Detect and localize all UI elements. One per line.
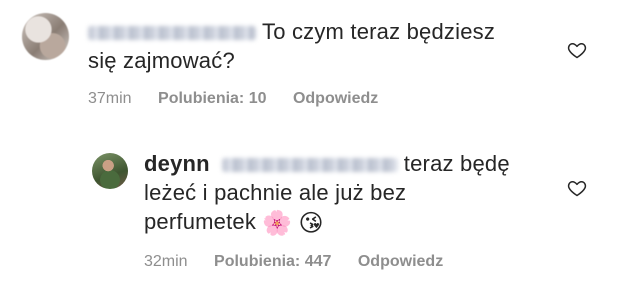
- reply-button[interactable]: Odpowiedz: [293, 90, 378, 107]
- comment-text-block: To czym teraz będziesz się zajmować?: [88, 17, 528, 75]
- heart-outline-icon[interactable]: [567, 178, 587, 198]
- likes-count-link[interactable]: Polubienia: 10: [158, 90, 266, 107]
- kissing-face-emoji: 😘: [298, 210, 324, 237]
- likes-count-link[interactable]: Polubienia: 447: [214, 253, 331, 270]
- heart-outline-icon[interactable]: [567, 40, 587, 60]
- comment-meta: 32min Polubienia: 447 Odpowiedz: [144, 253, 465, 271]
- avatar[interactable]: [92, 153, 128, 189]
- comment-text-block: deynn teraz będę leżeć i pachnie ale już …: [144, 149, 544, 238]
- comment-time: 32min: [144, 253, 188, 270]
- avatar[interactable]: [22, 13, 69, 60]
- comment-text-line1: teraz będę: [403, 151, 510, 176]
- username-link[interactable]: deynn: [144, 151, 210, 176]
- comment-text-line3: perfumetek: [144, 209, 257, 234]
- blurred-mention-link[interactable]: [221, 158, 398, 173]
- comment-text-line2: leżeć i pachnie ale już bez: [144, 180, 407, 205]
- reply-button[interactable]: Odpowiedz: [358, 253, 443, 270]
- blurred-username[interactable]: [88, 26, 256, 41]
- comment-time: 37min: [88, 90, 132, 107]
- cherry-blossom-emoji: 🌸: [262, 210, 293, 237]
- comment-meta: 37min Polubienia: 10 Odpowiedz: [88, 90, 400, 108]
